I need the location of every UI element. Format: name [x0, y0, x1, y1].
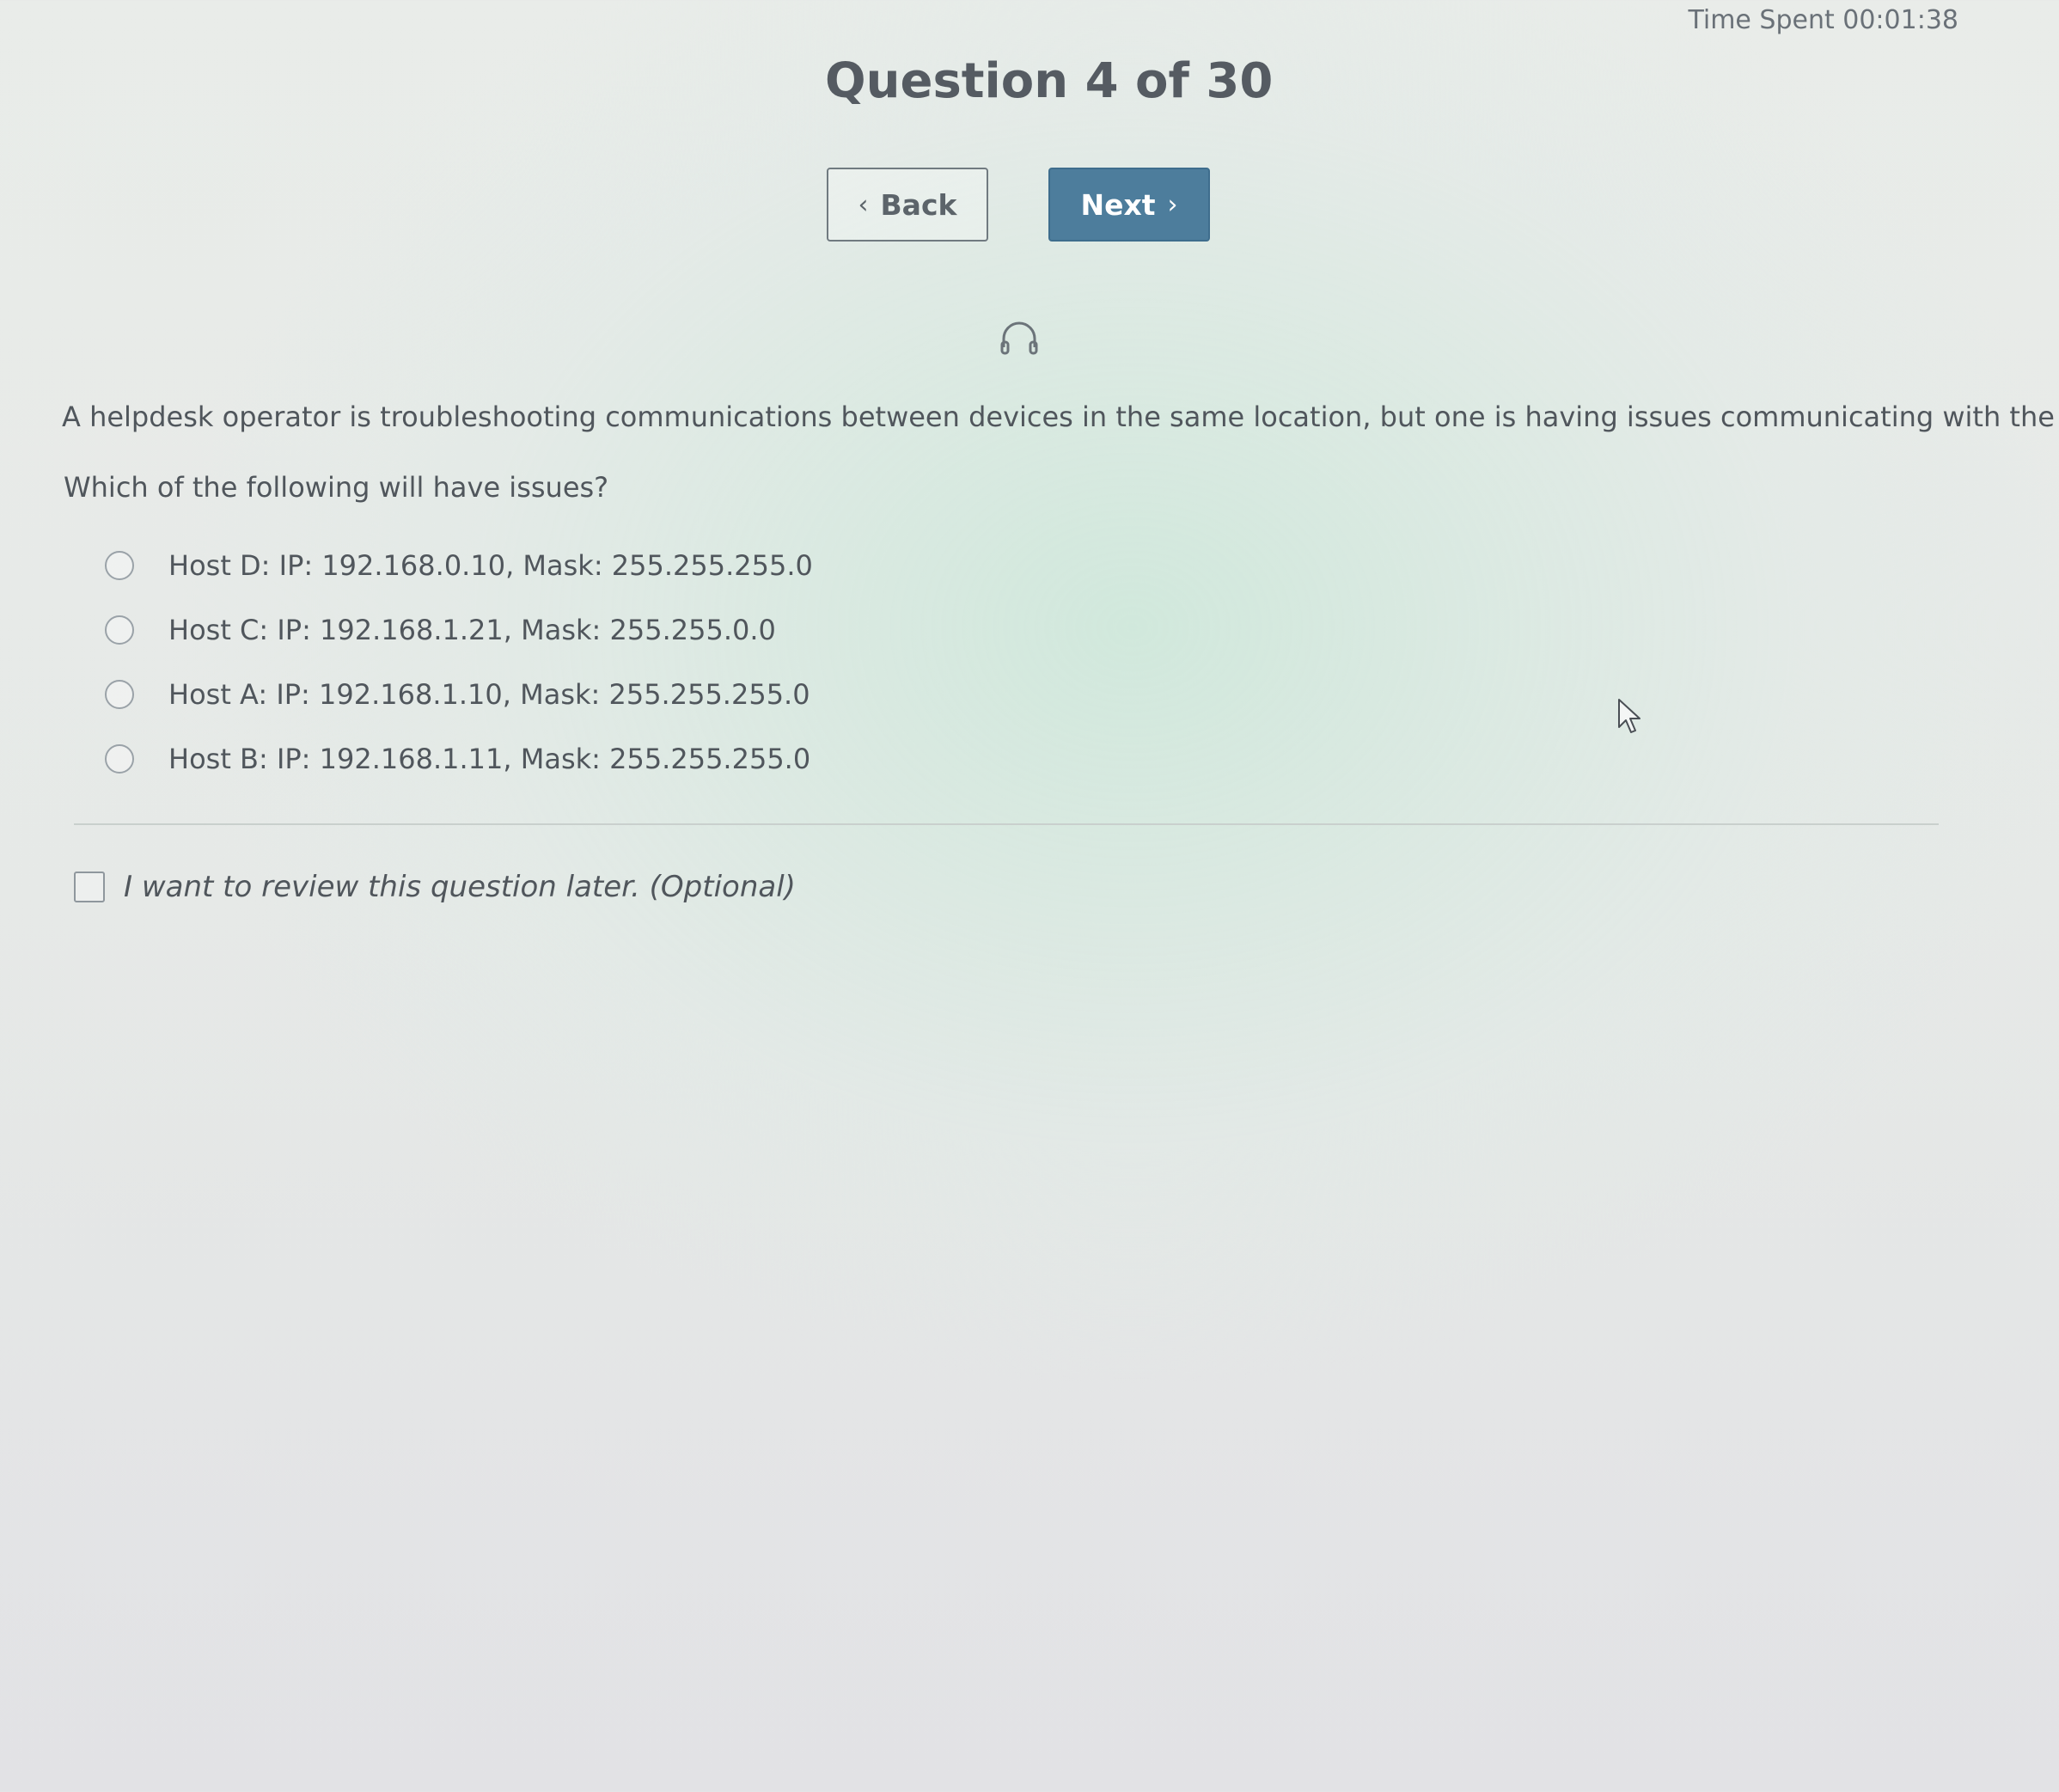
back-button[interactable]: ‹ Back — [827, 168, 988, 242]
radio-button[interactable] — [105, 743, 134, 774]
answer-option[interactable]: Host D: IP: 192.168.0.10, Mask: 255.255.… — [105, 533, 813, 597]
answer-option[interactable]: Host B: IP: 192.168.1.11, Mask: 255.255.… — [105, 726, 813, 791]
back-button-label: Back — [880, 187, 957, 222]
answer-options: Host D: IP: 192.168.0.10, Mask: 255.255.… — [105, 533, 813, 791]
next-button[interactable]: Next › — [1048, 168, 1210, 242]
mouse-cursor-icon — [1618, 699, 1640, 733]
answer-option-label: Host B: IP: 192.168.1.11, Mask: 255.255.… — [168, 742, 811, 775]
checkbox-box[interactable] — [74, 872, 105, 902]
chevron-right-icon: › — [1167, 189, 1178, 220]
radio-button[interactable] — [105, 679, 134, 709]
radio-button[interactable] — [105, 615, 134, 645]
question-text: A helpdesk operator is troubleshooting c… — [62, 401, 2059, 433]
answer-option[interactable]: Host A: IP: 192.168.1.10, Mask: 255.255.… — [105, 662, 813, 726]
review-later-checkbox[interactable]: I want to review this question later. (O… — [74, 870, 796, 904]
review-later-label: I want to review this question later. (O… — [124, 870, 796, 904]
answer-option-label: Host A: IP: 192.168.1.10, Mask: 255.255.… — [168, 677, 810, 711]
headphones-icon[interactable] — [999, 318, 1040, 356]
time-spent: Time Spent 00:01:38 — [1688, 5, 1958, 35]
radio-button[interactable] — [105, 550, 134, 580]
answer-option[interactable]: Host C: IP: 192.168.1.21, Mask: 255.255.… — [105, 597, 813, 662]
section-divider — [74, 823, 1939, 825]
page-title: Question 4 of 30 — [825, 53, 1274, 109]
question-prompt: Which of the following will have issues? — [64, 471, 609, 504]
answer-option-label: Host D: IP: 192.168.0.10, Mask: 255.255.… — [168, 548, 813, 582]
next-button-label: Next — [1080, 187, 1156, 222]
answer-option-label: Host C: IP: 192.168.1.21, Mask: 255.255.… — [168, 613, 776, 646]
chevron-left-icon: ‹ — [858, 189, 869, 220]
